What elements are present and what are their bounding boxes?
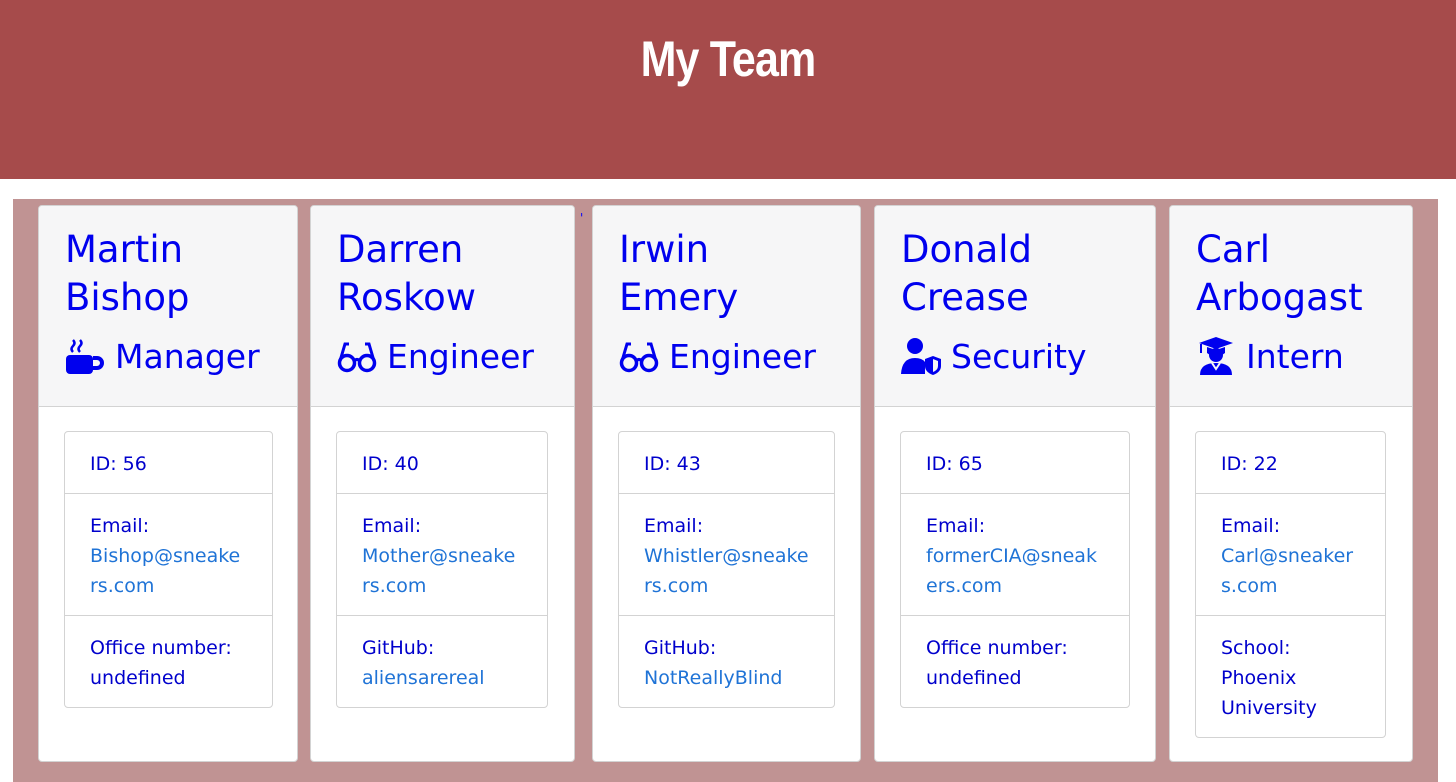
employee-card-engineer: Irwin Emery Engineer ID: 43 Email: Whist…	[592, 205, 861, 762]
employee-first-name: Martin	[65, 228, 184, 271]
school-label: School:	[1221, 637, 1291, 659]
employee-id: ID: 40	[337, 432, 547, 494]
card-header: Martin Bishop Manager	[39, 206, 297, 407]
employee-details: ID: 65 Email: formerCIA@sneakers.com Off…	[900, 431, 1130, 708]
employee-name: Martin Bishop	[65, 226, 190, 322]
office-value: undefined	[90, 667, 186, 689]
employee-email-row: Email: Bishop@sneakers.com	[65, 494, 272, 616]
role-label: Engineer	[387, 336, 534, 376]
employee-role: Security	[901, 334, 1087, 378]
github-label: GitHub:	[644, 637, 717, 659]
role-label: Security	[951, 336, 1087, 376]
employee-office-row: Office number: undefined	[65, 616, 272, 707]
github-label: GitHub:	[362, 637, 435, 659]
office-value: undefined	[926, 667, 1022, 689]
employee-email-row: Email: Carl@sneakers.com	[1196, 494, 1385, 616]
email-label: Email:	[90, 515, 150, 537]
employee-details: ID: 43 Email: Whistler@sneakers.com GitH…	[618, 431, 835, 708]
employee-github-row: GitHub: aliensarereal	[337, 616, 547, 707]
email-label: Email:	[926, 515, 986, 537]
employee-first-name: Carl	[1196, 228, 1270, 271]
employee-details: ID: 40 Email: Mother@sneakers.com GitHub…	[336, 431, 548, 708]
email-link[interactable]: Carl@sneakers.com	[1221, 545, 1353, 597]
employee-name: Darren Roskow	[337, 226, 476, 322]
employee-last-name: Bishop	[65, 276, 190, 319]
employee-school-row: School: Phoenix University	[1196, 616, 1385, 737]
email-label: Email:	[1221, 515, 1281, 537]
email-link[interactable]: formerCIA@sneakers.com	[926, 545, 1097, 597]
email-link[interactable]: Bishop@sneakers.com	[90, 545, 240, 597]
employee-last-name: Arbogast	[1196, 276, 1363, 319]
office-label: Office number:	[90, 637, 232, 659]
employee-email-row: Email: formerCIA@sneakers.com	[901, 494, 1129, 616]
email-label: Email:	[644, 515, 704, 537]
employee-role: Intern	[1196, 334, 1344, 378]
graduate-icon	[1196, 336, 1236, 376]
employee-github-row: GitHub: NotReallyBlind	[619, 616, 834, 707]
employee-id: ID: 22	[1196, 432, 1385, 494]
email-link[interactable]: Mother@sneakers.com	[362, 545, 515, 597]
card-header: Irwin Emery Engineer	[593, 206, 860, 407]
role-label: Manager	[115, 336, 260, 376]
github-link[interactable]: NotReallyBlind	[644, 667, 782, 689]
page-title: My Team	[640, 31, 817, 87]
glasses-icon	[619, 336, 659, 376]
role-label: Engineer	[669, 336, 816, 376]
employee-role: Manager	[65, 334, 260, 378]
employee-id: ID: 43	[619, 432, 834, 494]
employee-id: ID: 65	[901, 432, 1129, 494]
employee-email-row: Email: Whistler@sneakers.com	[619, 494, 834, 616]
employee-role: Engineer	[619, 334, 816, 378]
email-link[interactable]: Whistler@sneakers.com	[644, 545, 809, 597]
card-header: Darren Roskow Engineer	[311, 206, 574, 407]
card-header: Carl Arbogast Intern	[1170, 206, 1412, 407]
role-label: Intern	[1246, 336, 1344, 376]
employee-last-name: Roskow	[337, 276, 476, 319]
github-link[interactable]: aliensarereal	[362, 667, 485, 689]
stray-mark: '	[580, 211, 584, 225]
employee-office-row: Office number: undefined	[901, 616, 1129, 707]
employee-card-intern: Carl Arbogast Intern ID: 22 Email: Carl@…	[1169, 205, 1413, 762]
employee-id: ID: 56	[65, 432, 272, 494]
employee-card-security: Donald Crease Security ID: 65 Email: for…	[874, 205, 1156, 762]
employee-name: Carl Arbogast	[1196, 226, 1363, 322]
page-header: My Team	[0, 0, 1456, 179]
coffee-mug-icon	[65, 336, 105, 376]
employee-first-name: Irwin	[619, 228, 710, 271]
employee-name: Irwin Emery	[619, 226, 738, 322]
user-shield-icon	[901, 336, 941, 376]
employee-details: ID: 56 Email: Bishop@sneakers.com Office…	[64, 431, 273, 708]
office-label: Office number:	[926, 637, 1068, 659]
employee-last-name: Crease	[901, 276, 1029, 319]
employee-last-name: Emery	[619, 276, 739, 319]
card-header: Donald Crease Security	[875, 206, 1155, 407]
employee-details: ID: 22 Email: Carl@sneakers.com School: …	[1195, 431, 1386, 738]
glasses-icon	[337, 336, 377, 376]
employee-card-engineer: Darren Roskow Engineer ID: 40 Email: Mot…	[310, 205, 575, 762]
school-value: Phoenix University	[1221, 667, 1317, 719]
employee-card-manager: Martin Bishop Manager ID: 56 Email: Bish…	[38, 205, 298, 762]
email-label: Email:	[362, 515, 422, 537]
employee-first-name: Darren	[337, 228, 464, 271]
employee-role: Engineer	[337, 334, 534, 378]
employee-name: Donald Crease	[901, 226, 1032, 322]
employee-email-row: Email: Mother@sneakers.com	[337, 494, 547, 616]
employee-first-name: Donald	[901, 228, 1033, 271]
